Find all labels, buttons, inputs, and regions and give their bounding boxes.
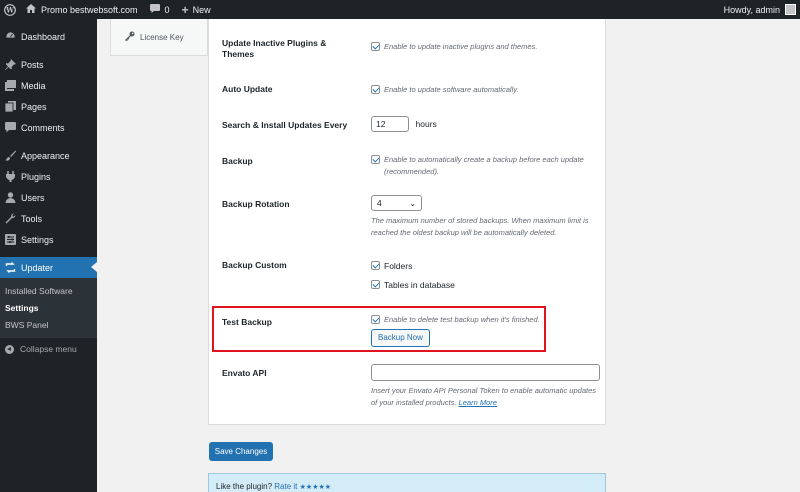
sidebar-item-posts[interactable]: Posts: [0, 54, 97, 75]
pin-icon: [5, 59, 16, 70]
plus-icon: +: [181, 2, 189, 17]
comments-link[interactable]: 0: [144, 0, 176, 19]
backup-rotation-select[interactable]: 4 ⌄: [371, 195, 422, 211]
collapse-arrow-icon: [5, 344, 14, 354]
sidebar-item-label: Pages: [21, 101, 47, 112]
updater-submenu: Installed Software Settings BWS Panel: [0, 278, 97, 338]
sidebar-item-settings[interactable]: Settings: [0, 229, 97, 250]
setting-label: Search & Install Updates Every: [222, 120, 348, 130]
dashboard-icon: [5, 31, 16, 42]
update-interval-input[interactable]: 12: [371, 116, 409, 132]
test-backup-highlight-box: [212, 306, 546, 352]
folders-checkbox[interactable]: [371, 261, 380, 271]
setting-description: Enable to automatically create a backup …: [384, 155, 584, 176]
setting-description: Enable to update inactive plugins and th…: [384, 42, 538, 51]
tab-license-key[interactable]: License Key: [111, 19, 207, 55]
sidebar-item-appearance[interactable]: Appearance: [0, 145, 97, 166]
new-content-link[interactable]: + New: [176, 0, 217, 19]
media-icon: [5, 80, 16, 91]
settings-panel: Update Inactive Plugins & Themes Enable …: [208, 19, 606, 425]
sidebar-item-dashboard[interactable]: Dashboard: [0, 26, 97, 47]
comment-bubble-icon: [149, 4, 160, 15]
envato-token-input[interactable]: [371, 364, 600, 381]
rate-it-link[interactable]: Rate it: [274, 482, 297, 491]
setting-label: Update Inactive Plugins & Themes: [222, 38, 327, 59]
brush-icon: [5, 150, 16, 161]
setting-description: Insert your Envato API Personal Token to…: [371, 385, 603, 409]
wrench-icon: [5, 213, 16, 224]
site-name: Promo bestwebsoft.com: [41, 4, 138, 15]
my-account-link[interactable]: Howdy, admin: [718, 0, 800, 19]
home-icon: [26, 4, 36, 15]
setting-description: The maximum number of stored backups. Wh…: [371, 216, 589, 237]
wordpress-logo-icon[interactable]: W: [0, 0, 20, 19]
sidebar-item-media[interactable]: Media: [0, 75, 97, 96]
tables-checkbox[interactable]: [371, 280, 380, 290]
tab-label: License Key: [140, 32, 184, 42]
setting-label: Backup Rotation: [222, 199, 290, 209]
pages-icon: [5, 101, 16, 112]
plug-icon: [5, 171, 16, 182]
rate-text: Like the plugin?: [216, 482, 273, 491]
settings-icon: [5, 234, 16, 245]
sidebar-item-users[interactable]: Users: [0, 187, 97, 208]
setting-label: Auto Update: [222, 84, 273, 94]
settings-tabs: License Key: [110, 19, 208, 56]
sidebar-item-label: Plugins: [21, 171, 51, 182]
update-inactive-checkbox[interactable]: [371, 42, 380, 52]
submenu-installed-software[interactable]: Installed Software: [0, 282, 97, 299]
sidebar-item-label: Settings: [21, 234, 54, 245]
sidebar-item-label: Comments: [21, 122, 65, 133]
sidebar-item-label: Appearance: [21, 150, 70, 161]
site-name-link[interactable]: Promo bestwebsoft.com: [20, 0, 144, 19]
backup-checkbox[interactable]: [371, 155, 380, 164]
comments-count: 0: [164, 4, 170, 15]
sidebar-item-label: Users: [21, 192, 45, 203]
auto-update-checkbox[interactable]: [371, 85, 380, 95]
save-changes-button[interactable]: Save Changes: [209, 442, 273, 461]
rate-plugin-notice: Like the plugin? Rate it ★★★★★: [208, 473, 606, 492]
sidebar-item-label: Media: [21, 80, 46, 91]
howdy-greeting: Howdy, admin: [723, 4, 780, 15]
sidebar-item-comments[interactable]: Comments: [0, 117, 97, 138]
avatar: [785, 4, 796, 15]
select-value: 4: [377, 198, 382, 208]
setting-description: Enable to update software automatically.: [384, 85, 519, 94]
sidebar-item-label: Dashboard: [21, 31, 66, 42]
collapse-menu-label: Collapse menu: [20, 344, 77, 354]
sidebar-item-label: Tools: [21, 213, 43, 224]
submenu-settings[interactable]: Settings: [0, 299, 97, 316]
sidebar-item-plugins[interactable]: Plugins: [0, 166, 97, 187]
sidebar-item-label: Posts: [21, 59, 44, 70]
new-label: New: [192, 4, 211, 15]
learn-more-link[interactable]: Learn More: [459, 398, 497, 407]
chevron-down-icon: ⌄: [409, 198, 416, 208]
setting-label: Backup Custom: [222, 260, 287, 270]
setting-label: Backup: [222, 156, 253, 166]
sidebar-item-updater[interactable]: Updater: [0, 257, 97, 278]
admin-sidebar: Dashboard Posts Media Pages Comments App…: [0, 19, 97, 492]
option-label: Tables in database: [384, 279, 455, 290]
submenu-bws-panel[interactable]: BWS Panel: [0, 316, 97, 333]
setting-label: Envato API: [222, 368, 267, 378]
admin-bar: W Promo bestwebsoft.com 0 + New Howdy, a…: [0, 0, 800, 19]
collapse-menu-button[interactable]: Collapse menu: [0, 338, 97, 360]
users-icon: [5, 192, 16, 203]
key-icon: [125, 31, 135, 44]
sidebar-item-pages[interactable]: Pages: [0, 96, 97, 117]
svg-text:W: W: [5, 5, 14, 14]
comments-icon: [5, 122, 16, 133]
update-interval-unit: hours: [415, 119, 437, 129]
star-rating-icon[interactable]: ★★★★★: [300, 484, 331, 491]
update-icon: [5, 262, 16, 273]
option-label: Folders: [384, 260, 413, 271]
sidebar-item-tools[interactable]: Tools: [0, 208, 97, 229]
sidebar-item-label: Updater: [21, 262, 54, 273]
